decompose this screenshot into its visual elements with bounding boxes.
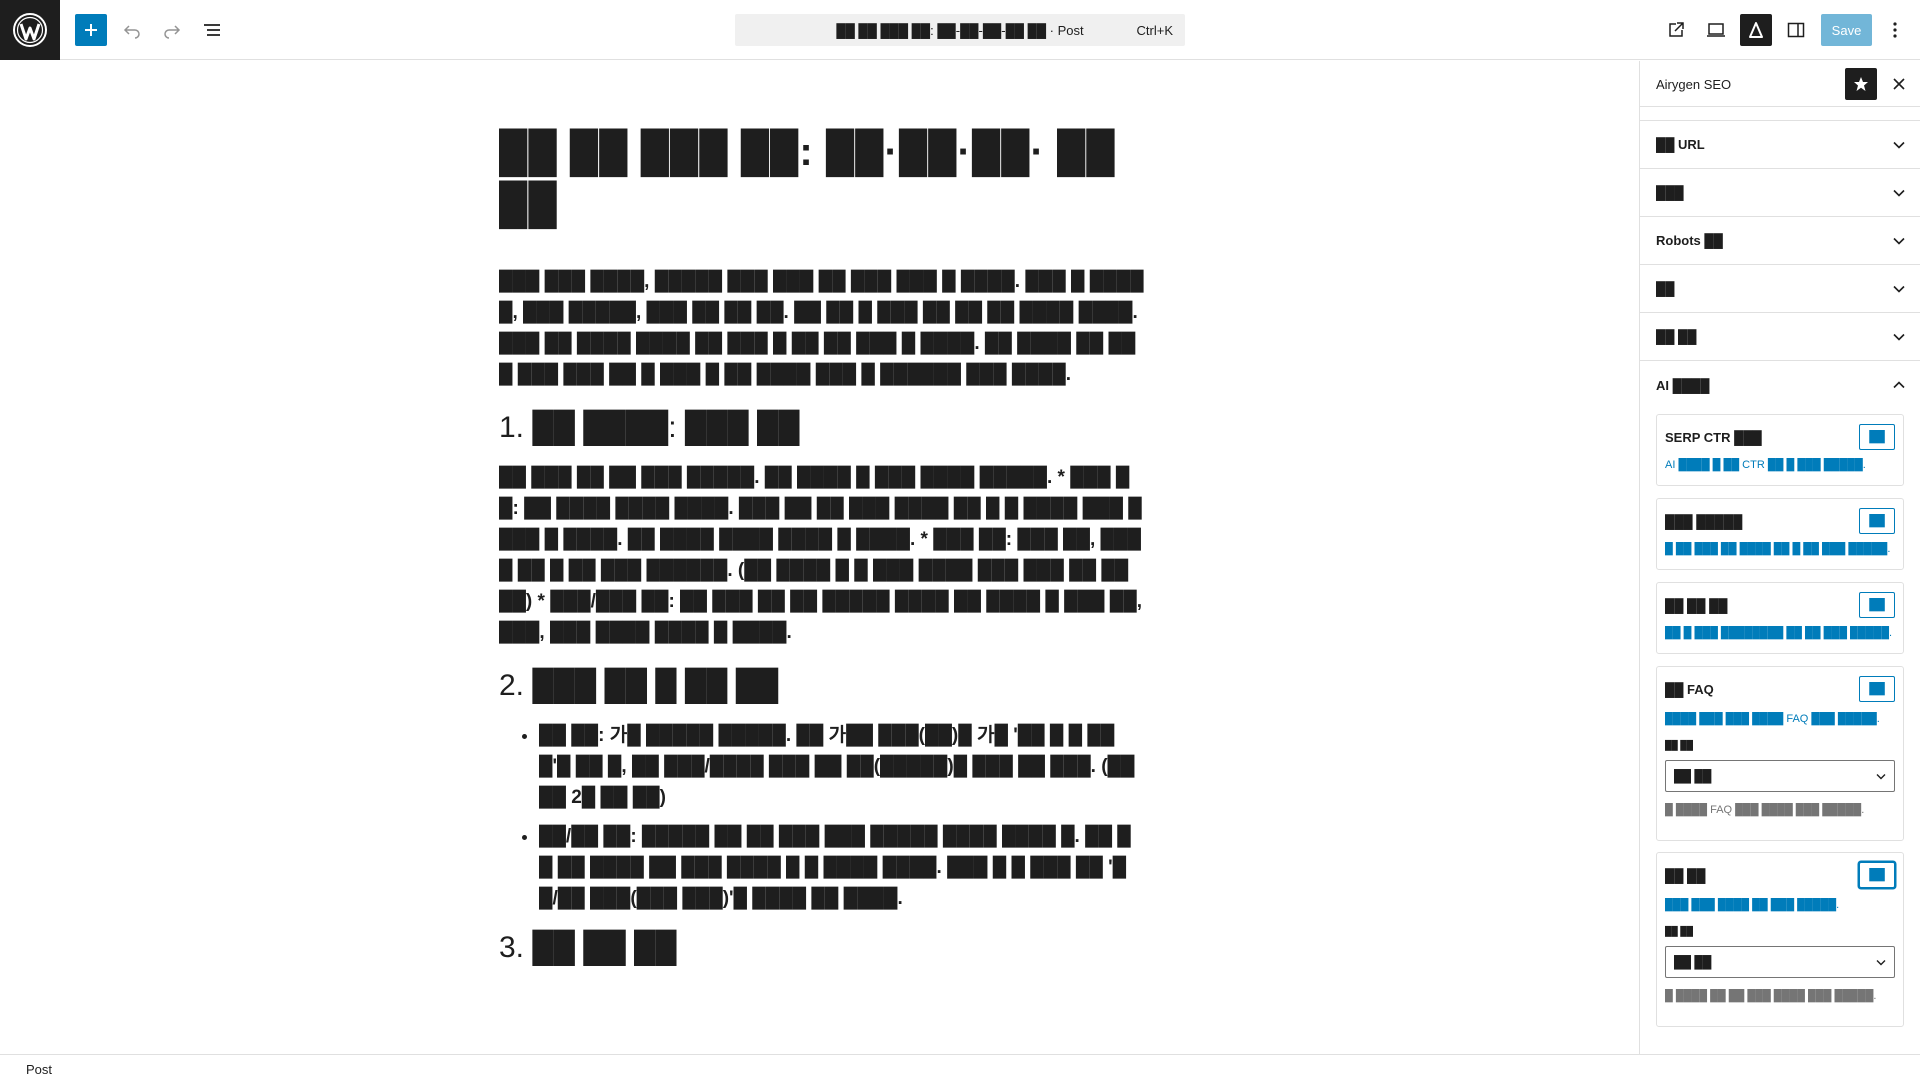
document-overview-button[interactable] [196, 14, 228, 46]
card-run-button[interactable]: ██ [1859, 424, 1895, 450]
heading-block[interactable]: 2. ███ ██ █ ██ ██ [499, 666, 1144, 706]
command-shortcut-label: Ctrl+K [1136, 23, 1173, 38]
list-block[interactable]: ██ ██: 가█ █████ █████. ██ 가██ ███(██)█ 가… [499, 720, 1144, 914]
chevron-up-icon [1893, 381, 1905, 389]
panel-meta[interactable]: ███ [1640, 169, 1920, 217]
redo-icon [164, 25, 181, 39]
chevron-down-icon [1876, 773, 1886, 779]
card-description: █ ██ ███ ██ ████ ██ █ ██ ███ █████. [1665, 543, 1891, 555]
command-palette-bar[interactable]: ██ ██ ███ ██: ██-██-██-██ ██ · Post Ctrl… [735, 14, 1185, 46]
panel-social[interactable]: ██ ██ [1640, 313, 1920, 361]
chevron-down-icon [1893, 285, 1905, 293]
select-value: ██ ██ [1674, 769, 1712, 783]
chevron-down-icon [1893, 189, 1905, 197]
panel-schema[interactable]: ██ [1640, 265, 1920, 313]
list-item[interactable]: ██ ██: 가█ █████ █████. ██ 가██ ███(██)█ 가… [539, 720, 1144, 813]
star-icon [1854, 77, 1868, 91]
editor-canvas[interactable]: ██ ██ ███ ██: ██·██·██· ██ ██ ███ ███ ██… [0, 61, 1639, 1054]
settings-sidebar-button[interactable] [1780, 14, 1812, 46]
panel-ai-tools[interactable]: AI ████ [1640, 361, 1920, 409]
close-icon [1893, 78, 1905, 90]
chevron-down-icon [1893, 141, 1905, 149]
panel-label: ██ URL [1656, 137, 1705, 152]
editor-top-bar: ██ ██ ███ ██: ██-██-██-██ ██ · Post Ctrl… [0, 0, 1920, 60]
card-run-button[interactable]: ██ [1859, 676, 1895, 702]
document-title-label: ██ ██ ███ ██: ██-██-██-██ ██ · Post [836, 22, 1084, 38]
chevron-down-icon [1893, 237, 1905, 245]
external-link-icon [1669, 22, 1684, 37]
undo-button[interactable] [116, 14, 148, 46]
list-item[interactable]: ██/██ ██: █████ ██ ██ ███ ███ █████ ████… [539, 821, 1144, 914]
card-title: ██ ██ [1665, 868, 1706, 883]
close-sidebar-button[interactable] [1885, 68, 1913, 100]
panel-canonical-url[interactable]: ██ URL [1640, 121, 1920, 169]
list-view-icon [204, 24, 220, 36]
chevron-down-icon [1893, 333, 1905, 341]
card-title: ██ FAQ [1665, 682, 1714, 697]
card-title: ██ ██ ██ [1665, 598, 1728, 613]
sidebar-header: Airygen SEO [1640, 61, 1920, 107]
ai-faq-card: ██ FAQ ██ ████ ███ ███ ████ FAQ ███ ████… [1656, 666, 1904, 841]
panel-label: ███ [1656, 185, 1684, 200]
post-title[interactable]: ██ ██ ███ ██: ██·██·██· ██ ██ [499, 126, 1144, 230]
wordpress-icon [13, 13, 47, 47]
panel-label: Robots ██ [1656, 233, 1723, 248]
card-run-button[interactable]: ██ [1859, 508, 1895, 534]
plugin-sidebar: Airygen SEO ██ URL ███ Robots ██ ██ ██ █… [1639, 61, 1920, 1054]
desktop-icon [1707, 23, 1725, 37]
sidebar-title: Airygen SEO [1656, 77, 1732, 92]
select-label: ██ ██ [1665, 740, 1694, 750]
more-vertical-icon [1893, 22, 1897, 38]
ai-summary-card: ██ ██ ██ ███ ███ ████ ██ ███ █████. ██ █… [1656, 852, 1904, 1027]
pin-plugin-button[interactable] [1845, 68, 1877, 100]
panel-label: AI ████ [1656, 377, 1710, 393]
save-button[interactable]: Save [1821, 14, 1872, 46]
card-description: ██ █ ███ ████████ ██ ██ ███ █████. [1665, 627, 1893, 639]
post-content: ██ ██ ███ ██: ██·██·██· ██ ██ ███ ███ ██… [499, 126, 1144, 982]
wordpress-logo-button[interactable] [0, 0, 60, 60]
card-run-button[interactable]: ██ [1859, 592, 1895, 618]
device-preview-button[interactable] [1700, 14, 1732, 46]
select-help-text: █ ████ ██ ██ ███ ████ ███ █████. [1665, 990, 1877, 1002]
options-menu-button[interactable] [1881, 14, 1909, 46]
sidebar-toggle-icon [1787, 22, 1805, 38]
airygen-seo-plugin-button[interactable] [1740, 14, 1772, 46]
undo-icon [123, 25, 140, 39]
panel-label: ██ [1656, 281, 1675, 296]
card-title: ███ █████ [1665, 514, 1743, 529]
chevron-down-icon [1876, 959, 1886, 965]
card-title: SERP CTR ███ [1665, 430, 1762, 445]
faq-select[interactable]: ██ ██ [1665, 760, 1895, 792]
card-description: AI ████ █ ██ CTR ██ █ ███ █████. [1665, 459, 1866, 471]
paragraph-block[interactable]: ███ ███ ████, █████ ███ ███ ██ ███ ███ █… [499, 266, 1144, 390]
paragraph-block[interactable]: ██ ███ ██ ██ ███ █████. ██ ████ █ ███ ██… [499, 462, 1144, 648]
view-post-button[interactable] [1660, 14, 1692, 46]
card-description: ████ ███ ███ ████ FAQ ███ █████. [1665, 713, 1880, 725]
panel-robots[interactable]: Robots ██ [1640, 217, 1920, 265]
panel-label: ██ ██ [1656, 329, 1697, 344]
ai-tool-card: ██ ██ ██ ██ ██ █ ███ ████████ ██ ██ ███ … [1656, 582, 1904, 654]
select-help-text: █ ████ FAQ ███ ████ ███ █████. [1665, 804, 1865, 816]
heading-block[interactable]: 1. ██ ████: ███ ██ [499, 408, 1144, 448]
ai-tool-card: SERP CTR ███ ██ AI ████ █ ██ CTR ██ █ ██… [1656, 414, 1904, 486]
redo-button[interactable] [156, 14, 188, 46]
block-breadcrumb[interactable]: Post [26, 1062, 52, 1077]
ai-tool-card: ███ █████ ██ █ ██ ███ ██ ████ ██ █ ██ ██… [1656, 498, 1904, 570]
airygen-logo-icon [1749, 22, 1763, 38]
select-label: ██ ██ [1665, 926, 1694, 936]
summary-select[interactable]: ██ ██ [1665, 946, 1895, 978]
card-description: ███ ███ ████ ██ ███ █████. [1665, 899, 1840, 911]
plus-icon [85, 24, 97, 36]
select-value: ██ ██ [1674, 955, 1712, 969]
heading-block[interactable]: 3. ██ ██ ██ [499, 928, 1144, 968]
add-block-button[interactable] [75, 14, 107, 46]
editor-footer: Post [0, 1054, 1920, 1080]
card-run-button[interactable]: ██ [1859, 862, 1895, 888]
